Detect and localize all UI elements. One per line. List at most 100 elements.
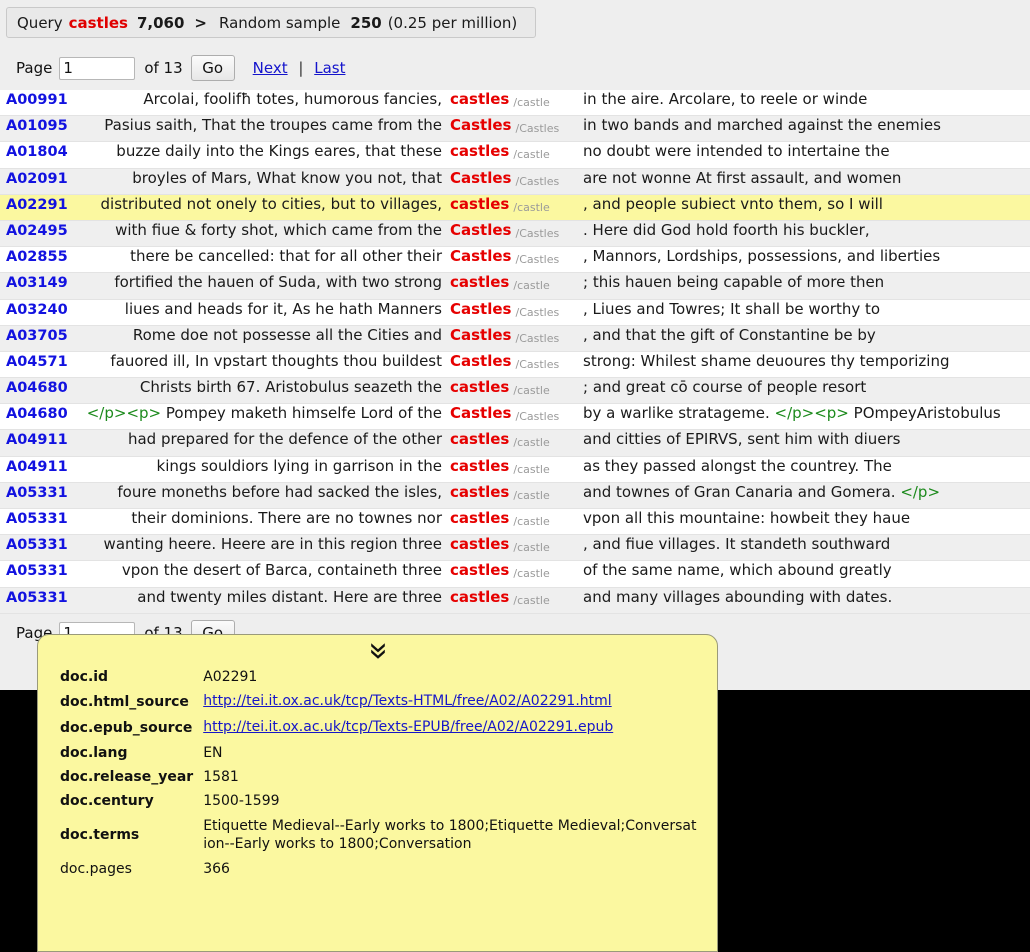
concordance-doc-id[interactable]: A05331 (0, 511, 72, 527)
concordance-keyword[interactable]: castles (450, 90, 513, 108)
metadata-value: 366 (193, 857, 717, 881)
metadata-table: doc.idA02291doc.html_sourcehttp://tei.it… (38, 665, 717, 881)
concordance-right-context: ; this hauen being capable of more then (576, 273, 1030, 291)
concordance-left-context: their dominions. There are no townes nor (72, 509, 450, 527)
concordance-keyword[interactable]: castles (450, 588, 513, 606)
concordance-row[interactable]: A03705Rome doe not possesse all the Citi… (0, 326, 1030, 352)
concordance-doc-id[interactable]: A05331 (0, 590, 72, 606)
markup-tag: </p><p> (87, 404, 166, 422)
concordance-left-context: vpon the desert of Barca, containeth thr… (72, 561, 450, 579)
concordance-row[interactable]: A05331foure moneths before had sacked th… (0, 483, 1030, 509)
concordance-row[interactable]: A04911kings souldiors lying in garrison … (0, 457, 1030, 483)
concordance-keyword[interactable]: castles (450, 195, 513, 213)
concordance-right-context: vpon all this mountaine: howbeit they ha… (576, 509, 1030, 527)
concordance-row[interactable]: A01804buzze daily into the Kings eares, … (0, 142, 1030, 168)
concordance-keyword[interactable]: castles (450, 273, 513, 291)
concordance-doc-id[interactable]: A01095 (0, 118, 72, 134)
concordance-row[interactable]: A04680Christs birth 67. Aristobulus seaz… (0, 378, 1030, 404)
metadata-value: 1581 (193, 765, 717, 789)
concordance-doc-id[interactable]: A03149 (0, 275, 72, 291)
concordance-keyword[interactable]: castles (450, 457, 513, 475)
concordance-doc-id[interactable]: A02855 (0, 249, 72, 265)
concordance-doc-id[interactable]: A01804 (0, 144, 72, 160)
concordance-doc-id[interactable]: A03705 (0, 328, 72, 344)
concordance-row[interactable]: A02855there be cancelled: that for all o… (0, 247, 1030, 273)
go-button[interactable]: Go (191, 55, 235, 81)
concordance-doc-id[interactable]: A04911 (0, 432, 72, 448)
concordance-keyword[interactable]: Castles (450, 221, 515, 239)
concordance-keyword[interactable]: Castles (450, 247, 515, 265)
concordance-row[interactable]: A05331wanting heere. Heere are in this r… (0, 535, 1030, 561)
concordance-keyword[interactable]: Castles (450, 169, 515, 187)
concordance-right-context: in two bands and marched against the ene… (576, 116, 1030, 134)
query-summary-bar: Query castles 7,060 > Random sample 250 … (6, 7, 536, 38)
concordance-doc-id[interactable]: A03240 (0, 302, 72, 318)
concordance-doc-id[interactable]: A00991 (0, 92, 72, 108)
concordance-row[interactable]: A00991Arcolai, foolifħ totes, humorous f… (0, 90, 1030, 116)
concordance-doc-id[interactable]: A04571 (0, 354, 72, 370)
concordance-doc-id[interactable]: A02091 (0, 171, 72, 187)
concordance-row[interactable]: A02091broyles of Mars, What know you not… (0, 169, 1030, 195)
concordance-left-context: had prepared for the defence of the othe… (72, 430, 450, 448)
metadata-row: doc.idA02291 (38, 665, 717, 689)
concordance-doc-id[interactable]: A02291 (0, 197, 72, 213)
concordance-row[interactable]: A05331and twenty miles distant. Here are… (0, 588, 1030, 614)
metadata-link[interactable]: http://tei.it.ox.ac.uk/tcp/Texts-EPUB/fr… (203, 719, 613, 737)
concordance-keyword[interactable]: castles (450, 561, 513, 579)
pagination-separator: | (298, 59, 303, 77)
pagination-links: Next | Last (253, 59, 346, 77)
concordance-keyword[interactable]: castles (450, 430, 513, 448)
markup-tag: </p> (896, 483, 940, 501)
metadata-link[interactable]: http://tei.it.ox.ac.uk/tcp/Texts-HTML/fr… (203, 693, 611, 711)
concordance-row[interactable]: A03149fortified the hauen of Suda, with … (0, 273, 1030, 299)
concordance-keyword[interactable]: Castles (450, 404, 515, 422)
page-total-label: of 13 (144, 59, 182, 77)
concordance-keyword[interactable]: Castles (450, 352, 515, 370)
concordance-keyword[interactable]: Castles (450, 116, 515, 134)
concordance-row[interactable]: A02495with fiue & forty shot, which came… (0, 221, 1030, 247)
metadata-value[interactable]: http://tei.it.ox.ac.uk/tcp/Texts-HTML/fr… (193, 689, 717, 715)
concordance-row[interactable]: A04911had prepared for the defence of th… (0, 430, 1030, 456)
concordance-keyword-cell: Castles/Castles (450, 352, 576, 370)
concordance-right-context: and townes of Gran Canaria and Gomera. <… (576, 483, 1030, 501)
concordance-left-context: Pasius saith, That the troupes came from… (72, 116, 450, 134)
concordance-keyword-cell: Castles/Castles (450, 221, 576, 239)
concordance-doc-id[interactable]: A05331 (0, 563, 72, 579)
metadata-value[interactable]: http://tei.it.ox.ac.uk/tcp/Texts-EPUB/fr… (193, 715, 717, 741)
page-number-input[interactable] (59, 57, 135, 80)
document-metadata-popup[interactable]: doc.idA02291doc.html_sourcehttp://tei.it… (37, 634, 718, 952)
concordance-row[interactable]: A05331vpon the desert of Barca, containe… (0, 561, 1030, 587)
concordance-keyword[interactable]: castles (450, 378, 513, 396)
concordance-right-context: , Liues and Towres; It shall be worthy t… (576, 300, 1030, 318)
concordance-doc-id[interactable]: A04680 (0, 406, 72, 422)
concordance-row[interactable]: A02291distributed not onely to cities, b… (0, 195, 1030, 221)
concordance-keyword[interactable]: Castles (450, 326, 515, 344)
last-page-link[interactable]: Last (314, 59, 345, 77)
concordance-doc-id[interactable]: A05331 (0, 537, 72, 553)
next-page-link[interactable]: Next (253, 59, 288, 77)
concordance-left-context: Christs birth 67. Aristobulus seazeth th… (72, 378, 450, 396)
concordance-doc-id[interactable]: A04911 (0, 459, 72, 475)
concordance-right-context: , and fiue villages. It standeth southwa… (576, 535, 1030, 553)
concordance-row[interactable]: A04680</p><p> Pompey maketh himselfe Lor… (0, 404, 1030, 430)
concordance-keyword[interactable]: castles (450, 142, 513, 160)
concordance-doc-id[interactable]: A02495 (0, 223, 72, 239)
concordance-keyword-cell: castles/castle (450, 430, 576, 448)
concordance-lemma: /castle (513, 201, 549, 214)
concordance-keyword[interactable]: castles (450, 483, 513, 501)
concordance-left-context: Rome doe not possesse all the Cities and (72, 326, 450, 344)
concordance-lemma: /castle (513, 567, 549, 580)
concordance-lemma: /Castles (515, 122, 559, 135)
metadata-key: doc.century (38, 789, 193, 813)
concordance-row[interactable]: A03240liues and heads for it, As he hath… (0, 300, 1030, 326)
concordance-keyword[interactable]: Castles (450, 300, 515, 318)
concordance-row[interactable]: A01095Pasius saith, That the troupes cam… (0, 116, 1030, 142)
concordance-keyword[interactable]: castles (450, 535, 513, 553)
concordance-keyword[interactable]: castles (450, 509, 513, 527)
concordance-lemma: /castle (513, 148, 549, 161)
concordance-row[interactable]: A05331their dominions. There are no town… (0, 509, 1030, 535)
popup-collapse-handle[interactable] (38, 635, 717, 665)
concordance-row[interactable]: A04571fauored ill, In vpstart thoughts t… (0, 352, 1030, 378)
concordance-doc-id[interactable]: A05331 (0, 485, 72, 501)
concordance-doc-id[interactable]: A04680 (0, 380, 72, 396)
